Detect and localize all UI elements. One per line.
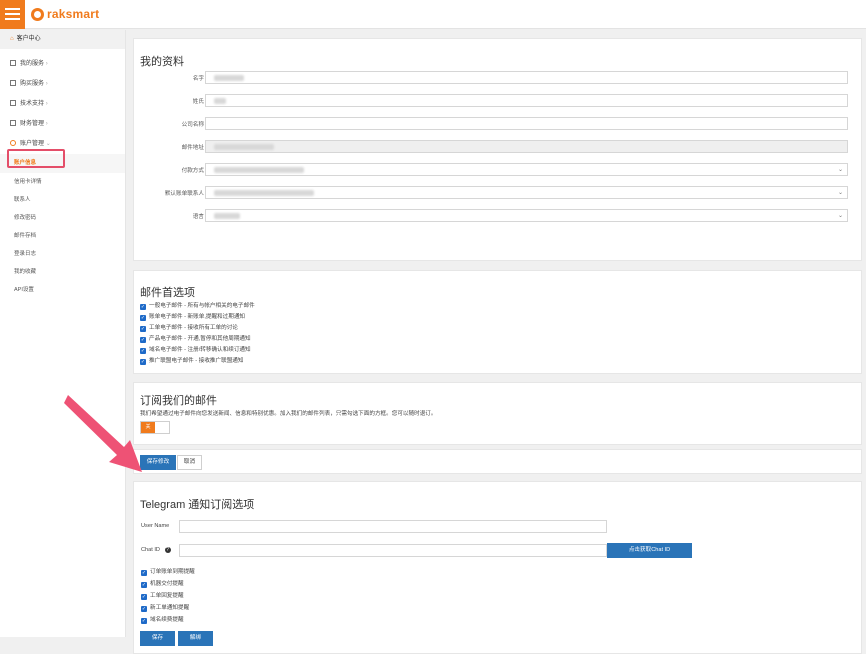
home-icon: ⌂ bbox=[10, 36, 14, 42]
chatid-field[interactable] bbox=[179, 544, 607, 557]
language-label: 语言 bbox=[192, 214, 204, 220]
chevron-right-icon: › bbox=[45, 121, 48, 127]
sidebar-item-email-archive[interactable]: 邮件存档 bbox=[0, 227, 125, 245]
payment-method-label: 付款方式 bbox=[181, 168, 204, 174]
checkbox[interactable]: ✓ bbox=[140, 348, 146, 354]
annotation-highlight bbox=[7, 149, 65, 168]
last-name-label: 姓氏 bbox=[192, 99, 204, 105]
email-pref-ticket[interactable]: ✓ 工单电子邮件 - 接收所有工单的讨论 bbox=[140, 323, 238, 332]
top-bar: raksmart bbox=[0, 0, 866, 29]
checkbox[interactable]: ✓ bbox=[141, 606, 147, 612]
chevron-down-icon: ⌄ bbox=[837, 190, 843, 196]
chevron-right-icon: › bbox=[45, 101, 48, 107]
checkbox[interactable]: ✓ bbox=[140, 304, 146, 310]
sidebar-item-api[interactable]: API设置 bbox=[0, 281, 125, 299]
company-label: 公司名称 bbox=[181, 122, 204, 128]
last-name-field[interactable] bbox=[205, 94, 848, 107]
logo[interactable]: raksmart bbox=[31, 7, 99, 21]
user-icon bbox=[10, 140, 16, 146]
cancel-button[interactable]: 取消 bbox=[177, 455, 202, 470]
email-pref-general[interactable]: ✓ 一般电子邮件 - 所有与帐户相关的电子邮件 bbox=[140, 301, 255, 310]
payment-method-select[interactable]: ⌄ bbox=[205, 163, 848, 176]
menu-icon[interactable] bbox=[0, 0, 25, 29]
telegram-unbind-button[interactable]: 解绑 bbox=[178, 631, 213, 646]
company-field[interactable] bbox=[205, 117, 848, 130]
tg-option-domain[interactable]: ✓ 域名续费提醒 bbox=[141, 615, 184, 624]
profile-card: 我的资料 名字 姓氏 公司名称 邮件地址 付款方式 ⌄ 默认账单联系人 ⌄ 语言… bbox=[133, 38, 862, 261]
email-pref-billing[interactable]: ✓ 账单电子邮件 - 新账单,提醒和过期通知 bbox=[140, 312, 245, 321]
chevron-right-icon: › bbox=[45, 61, 48, 67]
telegram-title: Telegram 通知订阅选项 bbox=[140, 499, 255, 511]
tg-option-delivery[interactable]: ✓ 机器交付提醒 bbox=[141, 579, 184, 588]
email-prefs-card: 邮件首选项 ✓ 一般电子邮件 - 所有与帐户相关的电子邮件 ✓ 账单电子邮件 - 新… bbox=[133, 270, 862, 374]
email-field bbox=[205, 140, 848, 153]
email-prefs-title: 邮件首选项 bbox=[140, 287, 195, 299]
main-content: 我的资料 名字 姓氏 公司名称 邮件地址 付款方式 ⌄ 默认账单联系人 ⌄ 语言… bbox=[131, 30, 866, 654]
tg-option-new-ticket[interactable]: ✓ 新工单通知提醒 bbox=[141, 603, 189, 612]
email-pref-affiliate[interactable]: ✓ 推广联盟电子邮件 - 接收推广联盟通知 bbox=[140, 356, 243, 365]
chevron-down-icon: ⌄ bbox=[837, 167, 843, 173]
checkbox[interactable]: ✓ bbox=[140, 315, 146, 321]
email-label: 邮件地址 bbox=[181, 145, 204, 151]
sidebar-item-support[interactable]: 技术支持 › bbox=[0, 94, 125, 114]
first-name-label: 名字 bbox=[192, 76, 204, 82]
email-pref-product[interactable]: ✓ 产品电子邮件 - 开通,暂停和其他周期通知 bbox=[140, 334, 251, 343]
chevron-right-icon: › bbox=[45, 81, 48, 87]
subscribe-desc: 我们希望通过电子邮件向您发送新闻、信息和特别优惠。加入我们的邮件列表，只需勾选下… bbox=[140, 411, 437, 417]
username-field[interactable] bbox=[179, 520, 607, 533]
get-chatid-button[interactable]: 点击获取Chat ID bbox=[607, 543, 692, 558]
sidebar-item-finance[interactable]: 财务管理 › bbox=[0, 114, 125, 134]
chevron-down-icon: ⌄ bbox=[45, 141, 51, 147]
actions-bar: 保存修改 取消 bbox=[133, 449, 862, 474]
chatid-label: Chat ID ? bbox=[141, 547, 171, 553]
email-pref-domain[interactable]: ✓ 域名电子邮件 - 注册/转移确认和续订通知 bbox=[140, 345, 251, 354]
logo-text: raksmart bbox=[47, 7, 100, 21]
sidebar: ⌂ 客户中心 我的服务 › 购买服务 › 技术支持 › 财务管理 › 账户管理 ⌄… bbox=[0, 30, 126, 637]
telegram-save-button[interactable]: 保存 bbox=[140, 631, 175, 646]
help-icon[interactable]: ? bbox=[164, 547, 171, 553]
support-icon bbox=[10, 100, 16, 106]
annotation-arrow-icon bbox=[64, 395, 142, 472]
profile-title: 我的资料 bbox=[140, 56, 184, 68]
billing-contact-label: 默认账单联系人 bbox=[164, 191, 204, 197]
chevron-down-icon: ⌄ bbox=[837, 213, 843, 219]
sidebar-item-services[interactable]: 我的服务 › bbox=[0, 54, 125, 74]
sidebar-item-credit-card[interactable]: 信用卡详情 bbox=[0, 173, 125, 191]
sidebar-item-login-log[interactable]: 登录日志 bbox=[0, 245, 125, 263]
username-label: User Name bbox=[141, 523, 170, 529]
checkbox[interactable]: ✓ bbox=[140, 359, 146, 365]
checkbox[interactable]: ✓ bbox=[140, 337, 146, 343]
services-icon bbox=[10, 60, 16, 66]
tg-option-ticket-reply[interactable]: ✓ 工单回复提醒 bbox=[141, 591, 184, 600]
checkbox[interactable]: ✓ bbox=[141, 582, 147, 588]
sidebar-item-home[interactable]: ⌂ 客户中心 bbox=[0, 30, 125, 49]
sidebar-item-buy[interactable]: 购买服务 › bbox=[0, 74, 125, 94]
subscribe-card: 订阅我们的邮件 我们希望通过电子邮件向您发送新闻、信息和特别优惠。加入我们的邮件… bbox=[133, 382, 862, 445]
checkbox[interactable]: ✓ bbox=[141, 570, 147, 576]
logo-icon bbox=[31, 7, 44, 21]
cart-icon bbox=[10, 80, 16, 86]
billing-contact-select[interactable]: ⌄ bbox=[205, 186, 848, 199]
language-select[interactable]: ⌄ bbox=[205, 209, 848, 222]
sidebar-item-contacts[interactable]: 联系人 bbox=[0, 191, 125, 209]
telegram-card: Telegram 通知订阅选项 User Name Chat ID ? 点击获取… bbox=[133, 481, 862, 654]
checkbox[interactable]: ✓ bbox=[141, 594, 147, 600]
sidebar-item-favorites[interactable]: 我的收藏 bbox=[0, 263, 125, 281]
sidebar-item-change-password[interactable]: 修改密码 bbox=[0, 209, 125, 227]
checkbox[interactable]: ✓ bbox=[141, 618, 147, 624]
checkbox[interactable]: ✓ bbox=[140, 326, 146, 332]
first-name-field[interactable] bbox=[205, 71, 848, 84]
tg-option-order[interactable]: ✓ 订单账单到期提醒 bbox=[141, 567, 195, 576]
finance-icon bbox=[10, 120, 16, 126]
